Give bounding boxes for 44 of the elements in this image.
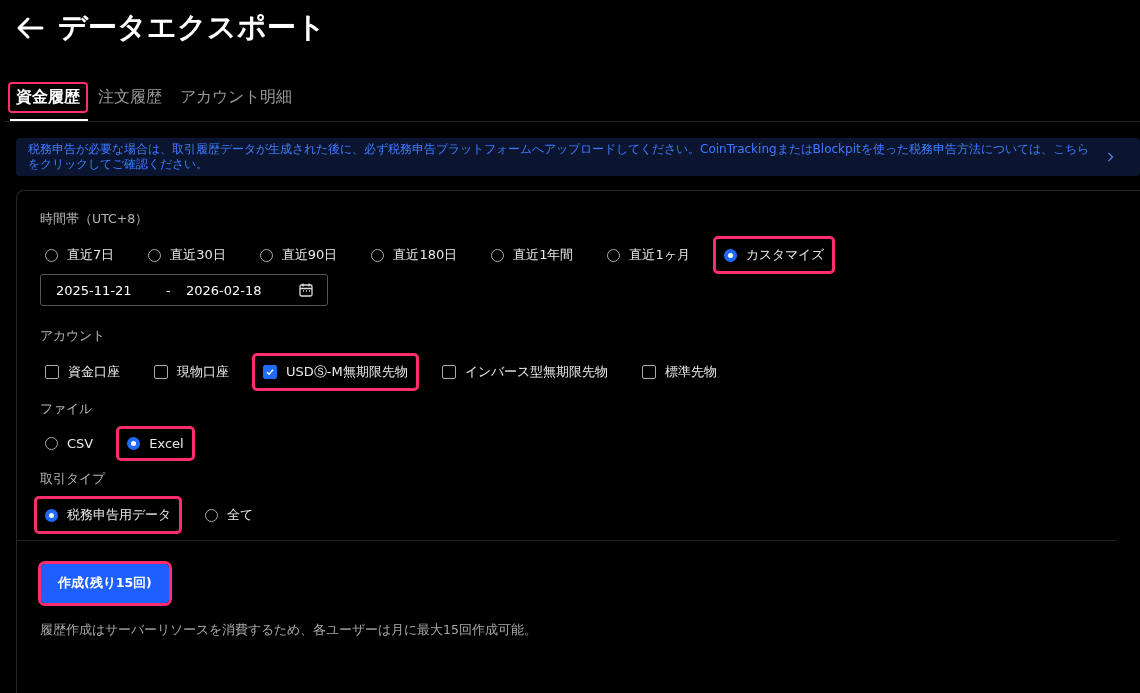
chevron-right-icon [1107, 152, 1114, 162]
field-label: アカウント [40, 328, 105, 345]
field-label: 取引タイプ [40, 471, 105, 488]
tab[interactable]: 注文履歴 [90, 82, 170, 113]
checkbox[interactable] [154, 365, 168, 379]
radio-option[interactable]: 税務申告用データ [34, 496, 182, 534]
page-title: データエクスポート [58, 9, 326, 46]
end-date: 2026-02-18 [186, 282, 263, 298]
radio-button[interactable] [127, 437, 141, 450]
radio-option[interactable]: 直近180日 [360, 236, 469, 274]
field-label: 時間帯（UTC+8） [40, 211, 149, 228]
checkbox-option[interactable]: USDⓈ-M無期限先物 [252, 353, 419, 391]
calendar-icon [299, 283, 313, 297]
create-button[interactable]: 作成(残り15回) [41, 564, 169, 603]
radio-option[interactable]: CSV [34, 426, 105, 461]
info-banner[interactable]: 税務申告が必要な場合は、取引履歴データが生成された後に、必ず税務申告プラットフォームへアップロードしてください。CoinTrackingまたはBlockpitを使った税務申告方法については、こちらをクリックしてご確認ください。 [16, 138, 1140, 176]
radio-option[interactable]: 直近7日 [34, 236, 126, 274]
radio-button[interactable] [45, 508, 58, 522]
radio-option[interactable]: 直近30日 [137, 236, 237, 274]
radio-option[interactable]: 全て [194, 496, 264, 534]
back-arrow-icon[interactable] [16, 16, 44, 40]
radio-option[interactable]: 直近90日 [248, 236, 349, 274]
radio-option[interactable]: Excel [116, 426, 195, 461]
radio-button[interactable] [723, 248, 737, 262]
checkbox[interactable] [441, 365, 456, 379]
radio-option[interactable]: カスタマイズ [712, 236, 835, 274]
date-separator: - [166, 282, 172, 298]
tab[interactable]: 資金履歴 [8, 82, 88, 113]
radio-option[interactable]: 直近1年間 [480, 236, 585, 274]
start-date: 2025-11-21 [56, 282, 133, 298]
date-range-field[interactable]: 2025-11-21 - 2026-02-18 [40, 274, 328, 306]
checkbox-option[interactable]: 標準先物 [630, 353, 728, 391]
radio-option[interactable]: 直近1ヶ月 [596, 236, 701, 274]
tab[interactable]: アカウント明細 [172, 82, 300, 113]
checkbox-option[interactable]: インバース型無期限先物 [430, 353, 619, 391]
checkbox[interactable] [45, 365, 59, 379]
field-label: ファイル [40, 401, 92, 418]
checkbox[interactable] [263, 365, 277, 379]
checkbox-option[interactable]: 現物口座 [143, 353, 240, 391]
note-text: 履歴作成はサーバーリソースを消費するため、各ユーザーは月に最大15回作成可能。 [40, 622, 537, 639]
banner-text: 税務申告が必要な場合は、取引履歴データが生成された後に、必ず税務申告プラットフォームへアップロードしてください。CoinTrackingまたはBlockpitを使った税務申告方法については、こちらをクリックしてご確認ください。 [28, 142, 1090, 172]
check-icon [265, 367, 275, 377]
checkbox[interactable] [641, 365, 656, 379]
checkbox-option[interactable]: 資金口座 [34, 353, 131, 391]
